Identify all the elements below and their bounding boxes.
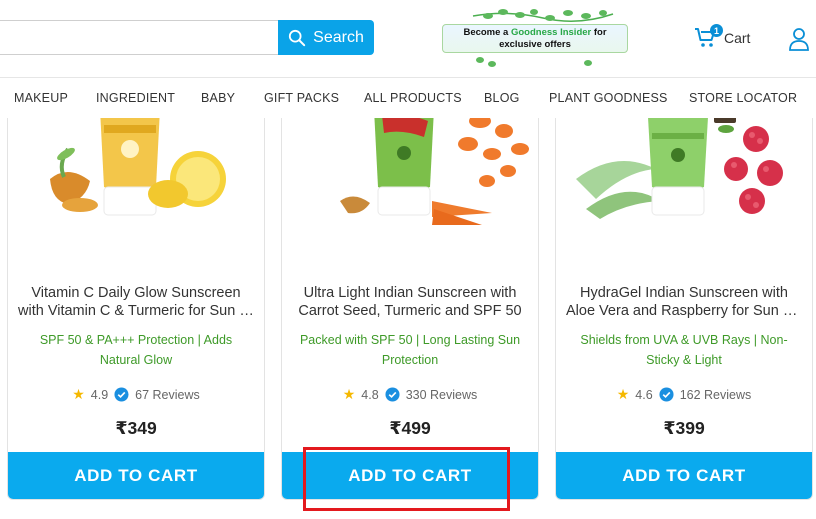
product-image[interactable] <box>8 109 264 231</box>
product-price: ₹349 <box>115 418 157 438</box>
product-image[interactable] <box>282 109 538 231</box>
add-to-cart-button[interactable]: ADD TO CART <box>556 452 812 499</box>
nav-item-ingredient[interactable]: INGREDIENT <box>96 91 175 105</box>
add-to-cart-button[interactable]: ADD TO CART <box>8 452 264 499</box>
product-grid: Vitamin C Daily Glow Sunscreen with Vita… <box>0 108 816 519</box>
product-title[interactable]: HydraGel Indian Sunscreen with Aloe Vera… <box>566 284 802 320</box>
insider-line2: exclusive offers <box>499 38 571 50</box>
product-price: ₹499 <box>389 418 431 438</box>
nav-item-plant-goodness[interactable]: PLANT GOODNESS <box>549 91 668 105</box>
site-header: Search Become a Goodness Insider for exc… <box>0 0 816 77</box>
product-title-line1: Vitamin C Daily Glow Sunscreen <box>31 285 241 301</box>
sunscreen-tube-icon <box>556 109 812 231</box>
main-nav: MAKEUP INGREDIENT BABY GIFT PACKS ALL PR… <box>0 77 816 118</box>
cart-label: Cart <box>724 30 751 46</box>
product-card[interactable]: HydraGel Indian Sunscreen with Aloe Vera… <box>555 108 813 500</box>
nav-item-all-products[interactable]: ALL PRODUCTS <box>364 91 462 105</box>
search-button-label: Search <box>313 28 364 46</box>
product-title-line2: Carrot Seed, Turmeric and SPF 50 <box>298 303 522 319</box>
goodness-insider-banner[interactable]: Become a Goodness Insider for exclusive … <box>442 24 628 53</box>
star-icon: ★ <box>616 386 630 402</box>
star-icon: ★ <box>342 386 356 402</box>
product-title-line2: Aloe Vera and Raspberry for Sun Protecti… <box>566 303 802 319</box>
review-count[interactable]: 162 Reviews <box>680 388 752 402</box>
verified-badge-icon <box>114 387 129 402</box>
product-rating: ★ 4.8 330 Reviews <box>282 386 538 403</box>
product-tagline: SPF 50 & PA+++ Protection | Adds Natural… <box>39 333 233 367</box>
nav-item-gift-packs[interactable]: GIFT PACKS <box>264 91 339 105</box>
product-title-line1: HydraGel Indian Sunscreen with <box>580 285 788 301</box>
product-card[interactable]: Vitamin C Daily Glow Sunscreen with Vita… <box>7 108 265 500</box>
nav-item-blog[interactable]: BLOG <box>484 91 520 105</box>
review-count[interactable]: 330 Reviews <box>406 388 478 402</box>
add-to-cart-button[interactable]: ADD TO CART <box>282 452 538 499</box>
review-count[interactable]: 67 Reviews <box>135 388 200 402</box>
insider-line1: Become a Goodness Insider for <box>463 27 606 39</box>
product-image[interactable] <box>556 109 812 231</box>
rating-value: 4.9 <box>90 387 109 402</box>
user-account-icon[interactable] <box>788 27 810 51</box>
sunscreen-tube-icon <box>8 109 264 231</box>
cart-link[interactable]: 1 Cart <box>694 24 751 50</box>
nav-item-store-locator[interactable]: STORE LOCATOR <box>689 91 797 105</box>
search-input[interactable] <box>0 21 279 54</box>
search-button[interactable]: Search <box>278 20 374 55</box>
product-title-line2: with Vitamin C & Turmeric for Sun Protec… <box>18 303 254 319</box>
insider-suffix: for <box>591 26 607 38</box>
search-icon <box>289 29 306 46</box>
verified-badge-icon <box>385 387 400 402</box>
star-icon: ★ <box>72 386 85 402</box>
insider-prefix: Become a <box>463 26 511 38</box>
product-card[interactable]: Ultra Light Indian Sunscreen with Carrot… <box>281 108 539 500</box>
nav-item-baby[interactable]: BABY <box>201 91 235 105</box>
product-title[interactable]: Ultra Light Indian Sunscreen with Carrot… <box>292 284 528 320</box>
insider-highlight: Goodness Insider <box>510 26 592 38</box>
verified-badge-icon <box>659 387 674 402</box>
product-title[interactable]: Vitamin C Daily Glow Sunscreen with Vita… <box>18 284 254 320</box>
product-price: ₹399 <box>663 418 705 438</box>
rating-value: 4.8 <box>361 387 379 402</box>
sunscreen-tube-icon <box>282 109 538 231</box>
product-tagline: Shields from UVA & UVB Rays | Non-Sticky… <box>580 333 788 367</box>
cart-count-badge: 1 <box>710 24 723 37</box>
nav-item-makeup[interactable]: MAKEUP <box>14 91 68 105</box>
search-field-wrapper <box>0 20 279 55</box>
product-rating: ★ 4.6 162 Reviews <box>556 386 812 403</box>
product-rating: ★ 4.9 67 Reviews <box>8 386 264 403</box>
product-title-line1: Ultra Light Indian Sunscreen with <box>303 285 517 301</box>
product-tagline: Packed with SPF 50 | Long Lasting Sun Pr… <box>299 333 521 367</box>
rating-value: 4.6 <box>635 387 653 402</box>
